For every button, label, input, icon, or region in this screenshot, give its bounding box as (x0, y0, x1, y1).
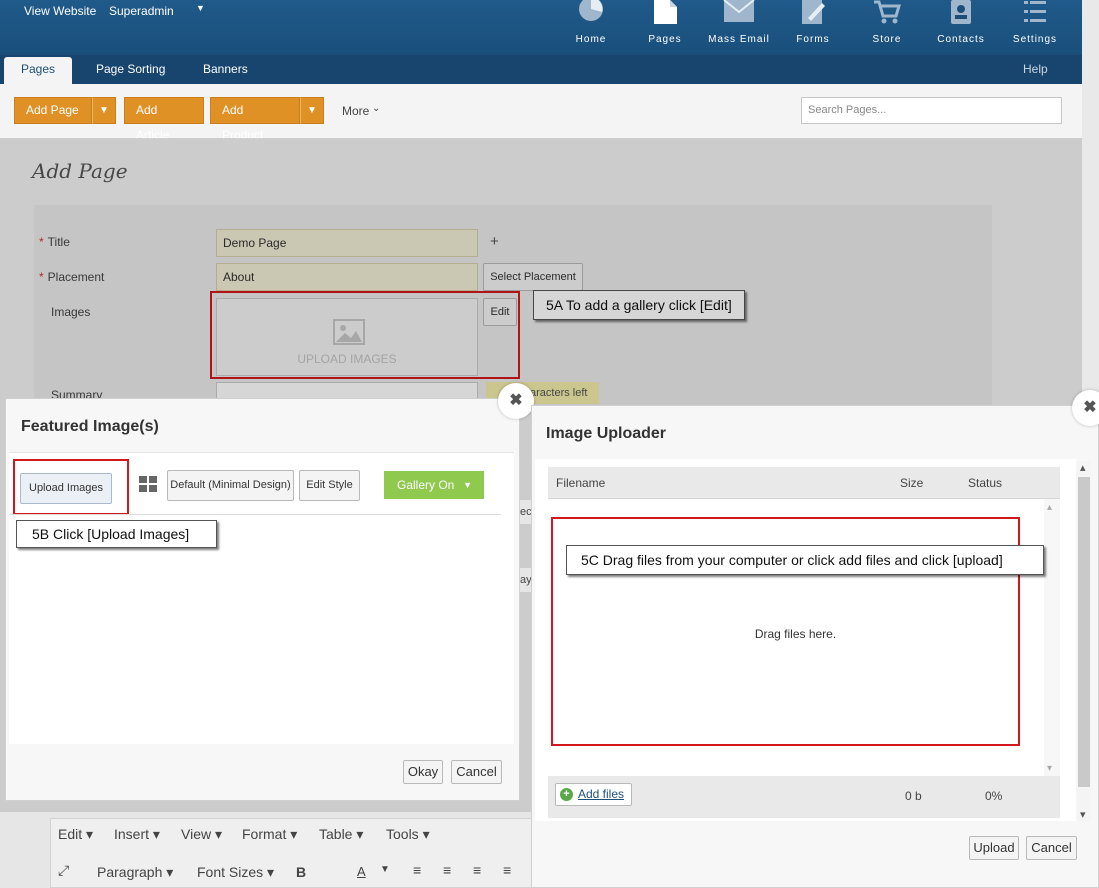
menu-insert[interactable]: Insert ▾ (114, 826, 160, 843)
add-product-dropdown-icon[interactable]: ▼ (300, 97, 324, 124)
tab-banners[interactable]: Banners (189, 55, 262, 84)
nav-pages[interactable]: Pages (630, 0, 700, 45)
menu-edit[interactable]: Edit ▾ (58, 826, 93, 843)
uploader-scroll-up-icon[interactable]: ▴ (1080, 461, 1086, 474)
grid-layout-icon[interactable] (139, 476, 159, 494)
highlight-5b (13, 459, 129, 515)
sub-navigation: Pages Page Sorting Banners Help (0, 55, 1082, 84)
user-menu-caret-icon[interactable]: ▼ (196, 3, 205, 13)
font-color-caret-icon[interactable]: ▼ (380, 864, 390, 875)
nav-home[interactable]: Home (556, 0, 626, 45)
font-color-button[interactable]: A (357, 864, 366, 879)
paragraph-select[interactable]: Paragraph ▾ (97, 864, 173, 881)
col-status: Status (968, 476, 1003, 490)
list-icon (1024, 1, 1046, 22)
add-files-label: Add files (578, 787, 625, 801)
uploader-scrollbar[interactable]: ▴ ▾ (1077, 461, 1091, 821)
col-filename: Filename (556, 476, 606, 490)
add-article-button[interactable]: Add Article (124, 97, 204, 142)
menu-view[interactable]: View ▾ (181, 826, 222, 843)
view-website-link[interactable]: View Website (24, 4, 96, 18)
nav-mass-email-label: Mass Email (708, 34, 770, 45)
align-right-icon[interactable]: ≡ (473, 862, 481, 878)
add-page-dropdown-icon[interactable]: ▼ (92, 97, 116, 124)
scroll-down-icon[interactable]: ▾ (1047, 763, 1052, 774)
upload-button[interactable]: Upload (969, 836, 1019, 860)
search-input[interactable]: Search Pages... (801, 97, 1062, 124)
nav-forms[interactable]: Forms (778, 0, 848, 45)
uploader-dialog-title: Image Uploader (546, 425, 667, 442)
nav-pages-label: Pages (648, 34, 682, 45)
add-files-button[interactable]: + Add files (555, 783, 632, 806)
align-center-icon[interactable]: ≡ (443, 862, 451, 878)
nav-contacts-label: Contacts (937, 34, 985, 45)
file-table-footer: + Add files 0 b 0% (548, 776, 1060, 818)
total-status: 0% (985, 789, 1003, 803)
callout-5c: 5C Drag files from your computer or clic… (566, 545, 1044, 575)
featured-divider (9, 514, 501, 515)
featured-cancel-button[interactable]: Cancel (451, 760, 502, 784)
nav-mass-email[interactable]: Mass Email (704, 0, 774, 45)
file-list-scrollbar[interactable]: ▴ ▾ (1044, 499, 1060, 776)
edit-style-button[interactable]: Edit Style (299, 470, 360, 501)
file-table-header: Filename Size Status (548, 467, 1060, 499)
nav-settings[interactable]: Settings (1000, 0, 1070, 45)
contact-book-icon (951, 0, 971, 24)
callout-5b: 5B Click [Upload Images] (16, 520, 217, 548)
envelope-icon (723, 0, 755, 22)
home-pie-icon (579, 0, 603, 21)
menu-format[interactable]: Format ▾ (242, 826, 297, 843)
featured-images-dialog: Featured Image(s) Upload Images Default … (5, 398, 520, 801)
nav-contacts[interactable]: Contacts (926, 0, 996, 45)
featured-dialog-title: Featured Image(s) (21, 418, 159, 435)
font-sizes-select[interactable]: Font Sizes ▾ (197, 864, 274, 881)
form-edit-icon (802, 0, 825, 24)
nav-settings-label: Settings (1012, 34, 1058, 45)
more-chevron-icon[interactable]: ⌄ (372, 103, 380, 114)
top-header: View Website Superadmin ▼ Home Pages Mas… (0, 0, 1082, 55)
align-left-icon[interactable]: ≡ (413, 862, 421, 878)
tab-pages[interactable]: Pages (4, 57, 73, 84)
add-files-plus-icon: + (560, 788, 573, 801)
uploader-scroll-down-icon[interactable]: ▾ (1080, 808, 1086, 821)
page-icon (654, 0, 677, 24)
add-page-button[interactable]: Add Page (14, 97, 92, 124)
fullscreen-icon[interactable]: ⤢ (58, 862, 69, 879)
okay-button[interactable]: Okay (403, 760, 443, 784)
col-size: Size (900, 476, 924, 490)
more-menu[interactable]: More (342, 104, 369, 118)
help-link[interactable]: Help (1009, 55, 1062, 84)
featured-close-icon[interactable]: ✖ (498, 383, 534, 419)
menu-tools[interactable]: Tools ▾ (386, 826, 430, 843)
user-menu[interactable]: Superadmin (109, 4, 174, 18)
cart-icon (874, 0, 902, 24)
scroll-up-icon[interactable]: ▴ (1047, 502, 1052, 513)
nav-store[interactable]: Store (852, 0, 922, 45)
uploader-cancel-button[interactable]: Cancel (1026, 836, 1077, 860)
nav-home-label: Home (575, 34, 607, 45)
uploader-scroll-thumb[interactable] (1078, 477, 1090, 787)
nav-store-label: Store (872, 34, 902, 45)
align-justify-icon[interactable]: ≡ (503, 862, 511, 878)
total-size: 0 b (905, 789, 922, 803)
nav-forms-label: Forms (796, 34, 830, 45)
menu-table[interactable]: Table ▾ (319, 826, 363, 843)
image-uploader-dialog: Image Uploader Filename Size Status Drag… (531, 405, 1099, 888)
gallery-on-toggle[interactable]: Gallery On ▼ (384, 471, 484, 499)
tab-page-sorting[interactable]: Page Sorting (82, 55, 179, 84)
bold-button[interactable]: B (296, 864, 306, 880)
design-select-button[interactable]: Default (Minimal Design) (167, 470, 294, 501)
add-product-button[interactable]: Add Product (210, 97, 300, 142)
